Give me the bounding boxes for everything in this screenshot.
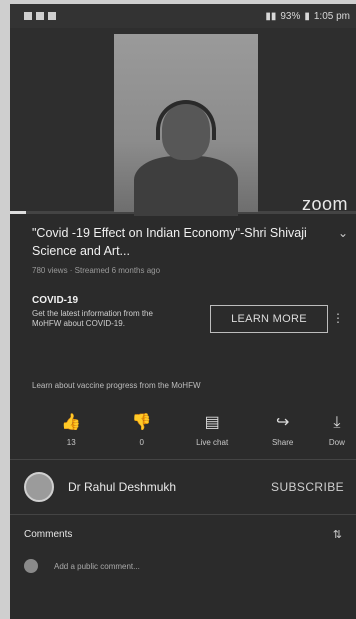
status-bar: ▮▮ 93% ▮ 1:05 pm <box>10 4 356 28</box>
add-comment-row[interactable]: Add a public comment... <box>10 554 356 578</box>
notification-icon <box>36 12 44 20</box>
clock: 1:05 pm <box>313 10 350 22</box>
covid-body: Get the latest information from the MoHF… <box>32 309 153 328</box>
avatar[interactable] <box>24 472 54 502</box>
subscribe-button[interactable]: SUBSCRIBE <box>271 480 344 494</box>
download-icon: ⤓ <box>333 414 341 431</box>
notification-icons <box>24 12 56 20</box>
video-info[interactable]: "Covid -19 Effect on Indian Economy"-Shr… <box>10 214 356 275</box>
comments-header[interactable]: Comments ⇅ <box>10 514 356 554</box>
battery-icon: ▮ <box>304 10 310 22</box>
action-bar: 👍 13 👎 0 ▤ Live chat ↪ Share ⤓ Dow <box>10 414 356 447</box>
dislike-count: 0 <box>139 438 144 447</box>
live-chat-label: Live chat <box>196 438 229 447</box>
thumbs-up-icon: 👍 <box>61 414 82 431</box>
vaccine-info-link[interactable]: Learn about vaccine progress from the Mo… <box>32 381 344 390</box>
like-button[interactable]: 👍 13 <box>36 414 106 447</box>
user-avatar <box>24 559 38 573</box>
sort-icon[interactable]: ⇅ <box>333 528 342 541</box>
more-vert-icon[interactable]: ⋮ <box>332 311 344 325</box>
notification-icon <box>48 12 56 20</box>
live-chat-button[interactable]: ▤ Live chat <box>177 414 247 447</box>
headset <box>156 100 216 140</box>
notification-icon <box>24 12 32 20</box>
speaker-body <box>134 156 238 216</box>
phone-screen: ▮▮ 93% ▮ 1:05 pm zoom "Covid -19 Effect … <box>10 4 356 619</box>
share-icon: ↪ <box>275 414 290 431</box>
live-chat-icon: ▤ <box>204 414 220 431</box>
channel-row[interactable]: Dr Rahul Deshmukh SUBSCRIBE <box>10 460 356 514</box>
channel-name[interactable]: Dr Rahul Deshmukh <box>68 480 271 494</box>
like-count: 13 <box>66 438 76 447</box>
comments-title: Comments <box>24 529 73 540</box>
zoom-watermark: zoom <box>301 194 348 214</box>
share-button[interactable]: ↪ Share <box>247 414 317 447</box>
thumbs-down-icon: 👎 <box>131 414 152 431</box>
system-icons: ▮▮ 93% ▮ 1:05 pm <box>265 11 350 22</box>
download-label: Dow <box>328 438 345 447</box>
share-label: Share <box>271 438 294 447</box>
download-button[interactable]: ⤓ Dow <box>318 414 356 447</box>
battery-percent: 93% <box>280 10 301 22</box>
video-meta: 780 views · Streamed 6 months ago <box>32 266 161 275</box>
add-comment-input[interactable]: Add a public comment... <box>54 562 140 571</box>
learn-more-button[interactable]: LEARN MORE <box>210 305 328 333</box>
chevron-down-icon[interactable]: ⌄ <box>338 226 348 240</box>
video-player[interactable] <box>10 28 356 216</box>
covid-info-panel: COVID-19 Get the latest information from… <box>32 295 344 365</box>
dislike-button[interactable]: 👎 0 <box>106 414 176 447</box>
speaker-video-feed <box>114 34 258 216</box>
video-title: "Covid -19 Effect on Indian Economy"-Shr… <box>32 226 307 258</box>
signal-icon: ▮▮ <box>265 10 277 22</box>
